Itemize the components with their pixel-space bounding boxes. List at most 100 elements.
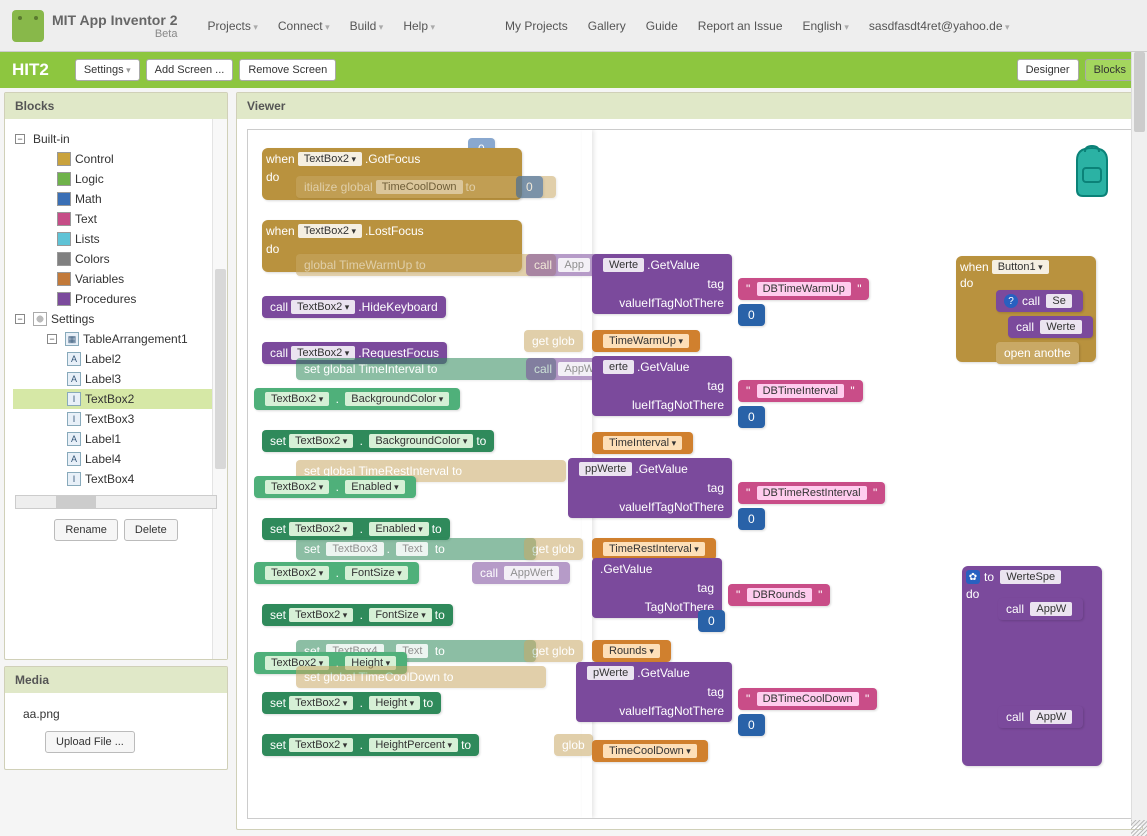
get-block[interactable]: glob <box>554 734 593 756</box>
set-global-block[interactable]: global TimeWarmUp to <box>296 254 556 276</box>
set-fontsize-block[interactable]: set TextBox2 . FontSize to <box>262 604 453 626</box>
menu-language[interactable]: English <box>803 19 849 33</box>
call-block[interactable]: call App <box>526 254 601 276</box>
menu-connect[interactable]: Connect <box>278 19 330 33</box>
call-block[interactable]: call AppW <box>998 598 1083 620</box>
comp-textbox4[interactable]: ITextBox4 <box>13 469 219 489</box>
collapse-icon[interactable]: − <box>15 134 25 144</box>
gear-icon[interactable]: ✿ <box>966 570 980 584</box>
string-block[interactable]: " DBTimeWarmUp " <box>738 278 869 300</box>
property-dropdown[interactable]: BackgroundColor <box>345 392 449 406</box>
builtin-variables[interactable]: Variables <box>13 269 219 289</box>
get-block[interactable]: get glob <box>524 640 583 662</box>
resize-handle[interactable] <box>1131 820 1147 836</box>
rename-button[interactable]: Rename <box>54 519 118 541</box>
comp-textbox2[interactable]: ITextBox2 <box>13 389 219 409</box>
comp-textbox3[interactable]: ITextBox3 <box>13 409 219 429</box>
number-block[interactable]: 0 <box>698 610 725 632</box>
property-dropdown[interactable]: FontSize <box>369 608 431 622</box>
var-block[interactable]: TimeRestInterval <box>592 538 716 560</box>
get-enabled-block[interactable]: TextBox2 . Enabled <box>254 476 416 498</box>
open-screen-block[interactable]: open anothe <box>996 342 1079 364</box>
builtin-colors[interactable]: Colors <box>13 249 219 269</box>
delete-button[interactable]: Delete <box>124 519 178 541</box>
property-dropdown[interactable]: HeightPercent <box>369 738 458 752</box>
menu-build[interactable]: Build <box>350 19 384 33</box>
call-block[interactable]: call Werte <box>1008 316 1093 338</box>
set-backgroundcolor-block[interactable]: set TextBox2 . BackgroundColor to <box>262 430 494 452</box>
number-block[interactable]: 0 <box>738 508 765 530</box>
comp-label1[interactable]: ALabel1 <box>13 429 219 449</box>
comp-label2[interactable]: ALabel2 <box>13 349 219 369</box>
builtins-node[interactable]: − Built-in <box>13 129 219 149</box>
menu-myprojects[interactable]: My Projects <box>505 19 568 33</box>
var-block[interactable]: Rounds <box>592 640 671 662</box>
string-block[interactable]: " DBTimeCoolDown " <box>738 688 877 710</box>
string-block[interactable]: " DBRounds " <box>728 584 830 606</box>
menu-user[interactable]: sasdfasdt4ret@yahoo.de <box>869 19 1010 33</box>
component-dropdown[interactable]: TextBox2 <box>265 392 329 406</box>
builtin-control[interactable]: Control <box>13 149 219 169</box>
tree-hscroll[interactable] <box>15 495 217 509</box>
builtin-math[interactable]: Math <box>13 189 219 209</box>
property-dropdown[interactable]: Enabled <box>369 522 428 536</box>
collapse-icon[interactable]: − <box>47 334 57 344</box>
backpack-icon[interactable] <box>1067 142 1117 202</box>
blocks-tree-scrollbar[interactable] <box>212 119 227 659</box>
component-dropdown[interactable]: TextBox2 <box>289 522 353 536</box>
call-block[interactable]: ?call Se <box>996 290 1083 312</box>
property-dropdown[interactable]: Enabled <box>345 480 404 494</box>
blocks-canvas[interactable]: 0 when TextBox2 .GotFocus do itialize gl… <box>247 129 1132 819</box>
property-dropdown[interactable]: FontSize <box>345 566 407 580</box>
set-block[interactable]: set global TimeInterval to <box>296 358 556 380</box>
value-block[interactable]: 0 <box>516 176 543 198</box>
var-block[interactable]: TimeInterval <box>592 432 693 454</box>
add-screen-button[interactable]: Add Screen ... <box>146 59 234 81</box>
var-block[interactable]: TimeCoolDown <box>592 740 708 762</box>
remove-screen-button[interactable]: Remove Screen <box>239 59 336 81</box>
comp-label4[interactable]: ALabel4 <box>13 449 219 469</box>
component-dropdown[interactable]: TextBox2 <box>289 738 353 752</box>
menu-help[interactable]: Help <box>403 19 435 33</box>
builtin-text[interactable]: Text <box>13 209 219 229</box>
collapse-icon[interactable]: − <box>15 314 25 324</box>
menu-gallery[interactable]: Gallery <box>588 19 626 33</box>
menu-projects[interactable]: Projects <box>207 19 257 33</box>
call-getvalue-block[interactable]: pWerte.GetValue tag valueIfTagNotThere <box>576 662 732 722</box>
number-block[interactable]: 0 <box>738 406 765 428</box>
call-getvalue-block[interactable]: .GetValue tag TagNotThere <box>592 558 722 618</box>
component-dropdown[interactable]: TextBox2 <box>289 696 353 710</box>
number-block[interactable]: 0 <box>738 304 765 326</box>
component-dropdown[interactable]: Button1 <box>992 260 1049 274</box>
blocks-tree[interactable]: − Built-in Control Logic Math Text Lists… <box>5 119 227 659</box>
call-hidekeyboard-block[interactable]: call TextBox2 .HideKeyboard <box>262 296 446 318</box>
builtin-procedures[interactable]: Procedures <box>13 289 219 309</box>
component-dropdown[interactable]: TextBox2 <box>265 566 329 580</box>
set-block[interactable]: set TextBox3. Text to <box>296 538 536 560</box>
get-backgroundcolor-block[interactable]: TextBox2 . BackgroundColor <box>254 388 460 410</box>
settings-node[interactable]: − Settings <box>13 309 219 329</box>
call-getvalue-block[interactable]: ppWerte.GetValue tag valueIfTagNotThere <box>568 458 732 518</box>
component-dropdown[interactable]: TextBox2 <box>298 224 362 238</box>
component-dropdown[interactable]: TextBox2 <box>289 434 353 448</box>
var-block[interactable]: TimeWarmUp <box>592 330 700 352</box>
number-block[interactable]: 0 <box>738 714 765 736</box>
set-global-block[interactable]: set global TimeCoolDown to <box>296 666 546 688</box>
call-getvalue-block[interactable]: erte.GetValue tag lueIfTagNotThere <box>592 356 732 416</box>
set-height-block[interactable]: set TextBox2 . Height to <box>262 692 441 714</box>
component-dropdown[interactable]: TextBox2 <box>265 480 329 494</box>
get-fontsize-block[interactable]: TextBox2 . FontSize <box>254 562 419 584</box>
call-block[interactable]: call AppWert <box>472 562 570 584</box>
procedure-block[interactable]: ✿to WerteSpe do <box>962 566 1102 766</box>
upload-file-button[interactable]: Upload File ... <box>45 731 135 753</box>
media-file[interactable]: aa.png <box>15 703 217 725</box>
proc-name[interactable]: WerteSpe <box>1000 570 1061 584</box>
component-dropdown[interactable]: TextBox2 <box>289 608 353 622</box>
call-getvalue-block[interactable]: Werte.GetValue tag valueIfTagNotThere <box>592 254 732 314</box>
designer-button[interactable]: Designer <box>1017 59 1079 81</box>
get-block[interactable]: get glob <box>524 330 583 352</box>
string-block[interactable]: " DBTimeRestInterval " <box>738 482 885 504</box>
blocks-button[interactable]: Blocks <box>1085 59 1135 81</box>
property-dropdown[interactable]: Height <box>369 696 420 710</box>
window-scrollbar[interactable] <box>1131 52 1147 826</box>
